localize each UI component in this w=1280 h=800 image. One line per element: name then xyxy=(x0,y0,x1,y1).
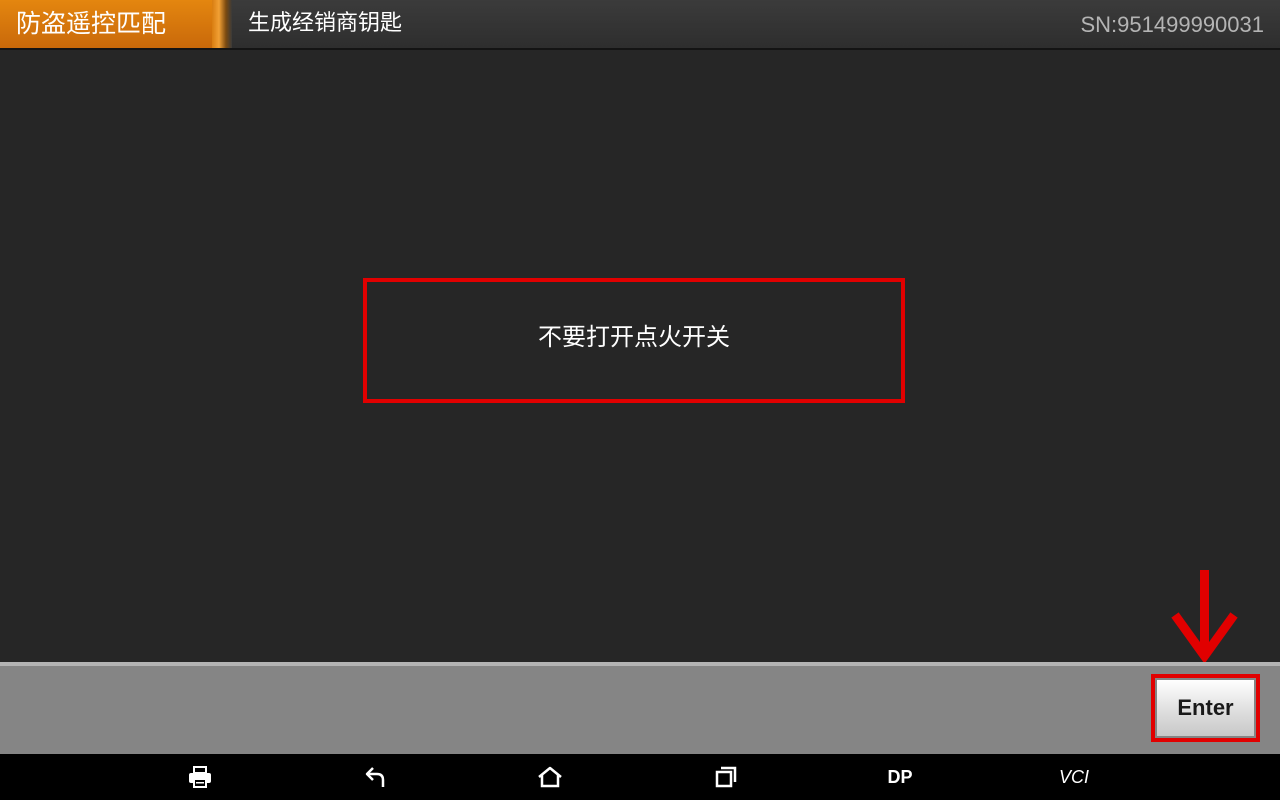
enter-highlight-box: Enter xyxy=(1151,674,1260,742)
tab-divider xyxy=(212,0,232,48)
back-icon xyxy=(365,767,385,787)
nav-vci-label: VCI xyxy=(1058,766,1089,787)
nav-dp-label: DP xyxy=(887,766,913,787)
nav-dp-button[interactable]: DP xyxy=(876,754,924,800)
message-text: 不要打开点火开关 xyxy=(538,323,730,351)
nav-back-button[interactable] xyxy=(352,754,400,800)
serial-number: SN:951499990031 xyxy=(1080,12,1265,37)
arrow-down-icon xyxy=(1171,570,1238,664)
navigation-bar: DP VCI xyxy=(0,754,1280,800)
message-highlight-box: 不要打开点火开关 xyxy=(363,278,905,403)
page-title: 生成经销商钥匙 xyxy=(248,11,403,36)
print-icon xyxy=(189,766,211,788)
nav-vci-button[interactable]: VCI xyxy=(1050,754,1098,800)
enter-button[interactable]: Enter xyxy=(1157,680,1254,736)
nav-print-button[interactable] xyxy=(176,754,224,800)
recent-apps-icon xyxy=(715,766,737,788)
app-tab[interactable]: 防盗遥控匹配 xyxy=(0,0,212,48)
nav-home-button[interactable] xyxy=(526,754,574,800)
home-icon xyxy=(538,766,562,788)
action-bar xyxy=(0,662,1280,754)
header-bar: 防盗遥控匹配 生成经销商钥匙 SN:951499990031 xyxy=(0,0,1280,50)
screen: 防盗遥控匹配 生成经销商钥匙 SN:951499990031 不要打开点火开关 … xyxy=(0,0,1280,800)
nav-recent-apps-button[interactable] xyxy=(702,754,750,800)
